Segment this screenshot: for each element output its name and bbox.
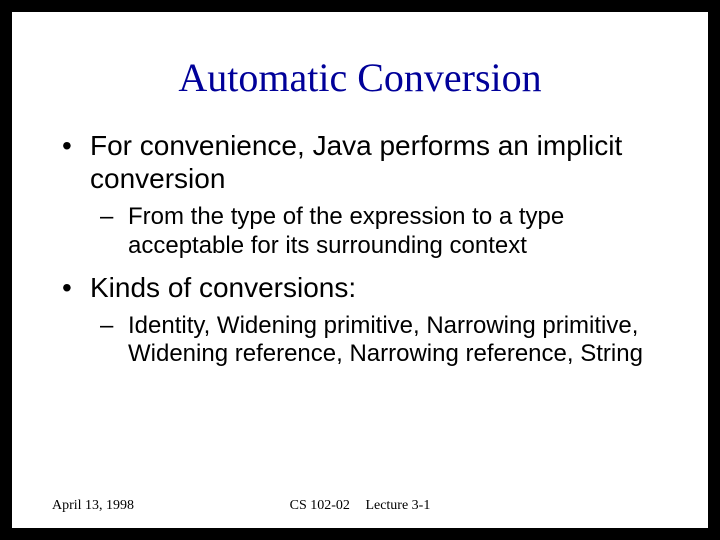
sub-bullet-text: From the type of the expression to a typ… xyxy=(128,203,564,259)
sub-bullet-text: Identity, Widening primitive, Narrowing … xyxy=(128,312,643,368)
sub-bullet-item: From the type of the expression to a typ… xyxy=(90,203,668,261)
slide: Automatic Conversion For convenience, Ja… xyxy=(0,0,720,540)
sub-bullet-item: Identity, Widening primitive, Narrowing … xyxy=(90,312,668,370)
bullet-item: For convenience, Java performs an implic… xyxy=(52,129,668,261)
footer-course: CS 102-02 xyxy=(290,498,350,513)
footer-center: CS 102-02 Lecture 3-1 xyxy=(52,498,668,514)
bullet-text: Kinds of conversions: xyxy=(90,272,356,303)
footer-date: April 13, 1998 xyxy=(52,498,134,514)
slide-body: For convenience, Java performs an implic… xyxy=(52,129,668,369)
bullet-item: Kinds of conversions: Identity, Widening… xyxy=(52,271,668,370)
bullet-text: For convenience, Java performs an implic… xyxy=(90,130,622,194)
slide-footer: April 13, 1998 CS 102-02 Lecture 3-1 xyxy=(52,498,668,514)
slide-title: Automatic Conversion xyxy=(52,54,668,101)
footer-lecture: Lecture 3-1 xyxy=(365,498,430,513)
